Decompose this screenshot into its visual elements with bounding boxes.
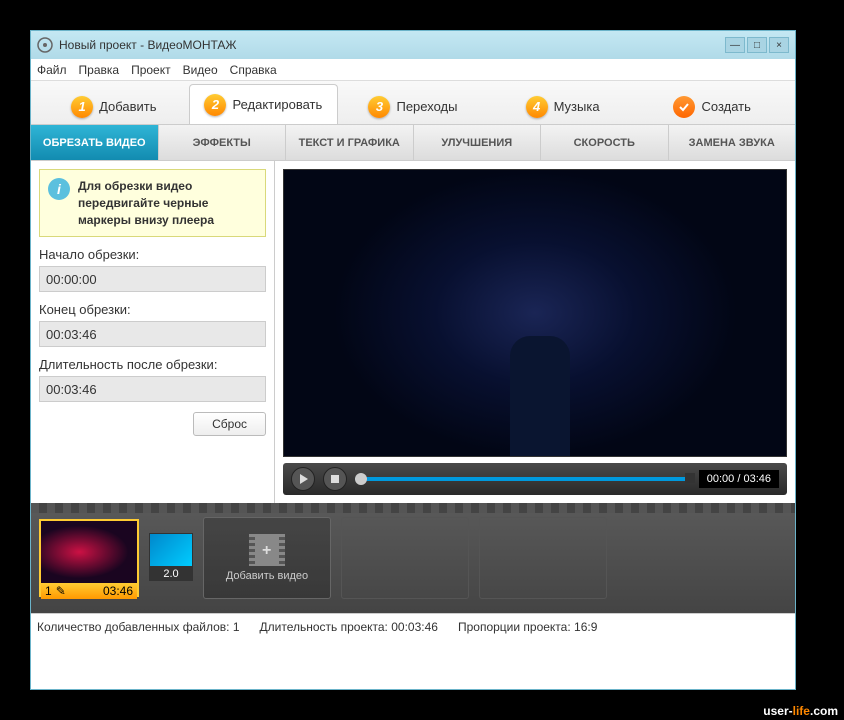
step-3-label: Переходы <box>396 99 457 114</box>
wizard-step-add[interactable]: 1 Добавить <box>39 88 189 124</box>
trim-start-input[interactable] <box>39 266 266 292</box>
timeline: 1 ✎ 03:46 2.0 + Добавить видео <box>31 503 795 613</box>
video-preview[interactable] <box>283 169 787 457</box>
clip-duration: 03:46 <box>103 584 133 598</box>
play-button[interactable] <box>291 467 315 491</box>
step-1-label: Добавить <box>99 99 156 114</box>
subtab-audio[interactable]: ЗАМЕНА ЗВУКА <box>669 125 796 160</box>
trim-duration-label: Длительность после обрезки: <box>39 357 266 372</box>
menu-file[interactable]: Файл <box>37 63 67 77</box>
time-display: 00:00 / 03:46 <box>699 470 779 488</box>
step-3-icon: 3 <box>368 96 390 118</box>
plus-icon: + <box>262 542 271 560</box>
trim-panel: i Для обрезки видео передвигайте черные … <box>31 161 275 503</box>
watermark: user-life.com <box>763 702 838 718</box>
timeline-clip[interactable]: 1 ✎ 03:46 <box>39 519 139 597</box>
app-icon <box>37 37 53 53</box>
subtab-text[interactable]: ТЕКСТ И ГРАФИКА <box>286 125 414 160</box>
clip-index: 1 <box>45 584 52 598</box>
wizard-tabs: 1 Добавить 2 Редактировать 3 Переходы 4 … <box>31 81 795 125</box>
subtab-enhance[interactable]: УЛУЧШЕНИЯ <box>414 125 542 160</box>
menu-help[interactable]: Справка <box>230 63 277 77</box>
add-video-label: Добавить видео <box>226 570 308 582</box>
step-5-label: Создать <box>701 99 750 114</box>
wizard-step-music[interactable]: 4 Музыка <box>488 88 638 124</box>
step-4-label: Музыка <box>554 99 600 114</box>
close-button[interactable]: × <box>769 37 789 53</box>
trim-end-label: Конец обрезки: <box>39 302 266 317</box>
step-check-icon <box>673 96 695 118</box>
step-4-icon: 4 <box>526 96 548 118</box>
subtab-trim[interactable]: ОБРЕЗАТЬ ВИДЕО <box>31 125 159 160</box>
stop-icon <box>331 475 339 483</box>
titlebar: Новый проект - ВидеоМОНТАЖ — □ × <box>31 31 795 59</box>
trim-end-input[interactable] <box>39 321 266 347</box>
app-window: Новый проект - ВидеоМОНТАЖ — □ × Файл Пр… <box>30 30 796 690</box>
step-2-label: Редактировать <box>232 97 322 112</box>
window-title: Новый проект - ВидеоМОНТАЖ <box>59 38 725 52</box>
transition-thumbnail <box>149 533 193 567</box>
status-files: Количество добавленных файлов: 1 <box>37 620 240 634</box>
add-video-button[interactable]: + Добавить видео <box>203 517 331 599</box>
trim-duration-input[interactable] <box>39 376 266 402</box>
maximize-button[interactable]: □ <box>747 37 767 53</box>
subtab-speed[interactable]: СКОРОСТЬ <box>541 125 669 160</box>
info-icon: i <box>48 178 70 200</box>
film-icon: + <box>249 534 285 566</box>
statusbar: Количество добавленных файлов: 1 Длитель… <box>31 613 795 639</box>
status-ratio: Пропорции проекта: 16:9 <box>458 620 597 634</box>
transition-item[interactable]: 2.0 <box>149 533 193 583</box>
edit-icon[interactable]: ✎ <box>56 584 66 598</box>
info-box: i Для обрезки видео передвигайте черные … <box>39 169 266 237</box>
transition-duration: 2.0 <box>149 567 193 581</box>
step-1-icon: 1 <box>71 96 93 118</box>
seek-thumb[interactable] <box>355 473 367 485</box>
minimize-button[interactable]: — <box>725 37 745 53</box>
info-text: Для обрезки видео передвигайте черные ма… <box>78 178 257 228</box>
wizard-step-edit[interactable]: 2 Редактировать <box>189 84 339 124</box>
menu-video[interactable]: Видео <box>183 63 218 77</box>
status-duration: Длительность проекта: 00:03:46 <box>260 620 438 634</box>
reset-button[interactable]: Сброс <box>193 412 266 436</box>
step-2-icon: 2 <box>204 94 226 116</box>
wizard-step-transitions[interactable]: 3 Переходы <box>338 88 488 124</box>
timeline-slot[interactable] <box>479 517 607 599</box>
menu-project[interactable]: Проект <box>131 63 171 77</box>
seek-slider[interactable] <box>355 477 691 481</box>
subtab-effects[interactable]: ЭФФЕКТЫ <box>159 125 287 160</box>
sub-tabs: ОБРЕЗАТЬ ВИДЕО ЭФФЕКТЫ ТЕКСТ И ГРАФИКА У… <box>31 125 795 161</box>
menu-edit[interactable]: Правка <box>79 63 120 77</box>
wizard-step-create[interactable]: Создать <box>637 88 787 124</box>
clip-infobar: 1 ✎ 03:46 <box>41 583 137 599</box>
trim-end-marker[interactable] <box>685 473 695 483</box>
timeline-slot[interactable] <box>341 517 469 599</box>
trim-start-label: Начало обрезки: <box>39 247 266 262</box>
preview-panel: 00:00 / 03:46 <box>275 161 795 503</box>
clip-thumbnail <box>41 521 137 583</box>
stop-button[interactable] <box>323 467 347 491</box>
menubar: Файл Правка Проект Видео Справка <box>31 59 795 81</box>
player-controls: 00:00 / 03:46 <box>283 463 787 495</box>
content-area: i Для обрезки видео передвигайте черные … <box>31 161 795 503</box>
play-icon <box>300 474 308 484</box>
